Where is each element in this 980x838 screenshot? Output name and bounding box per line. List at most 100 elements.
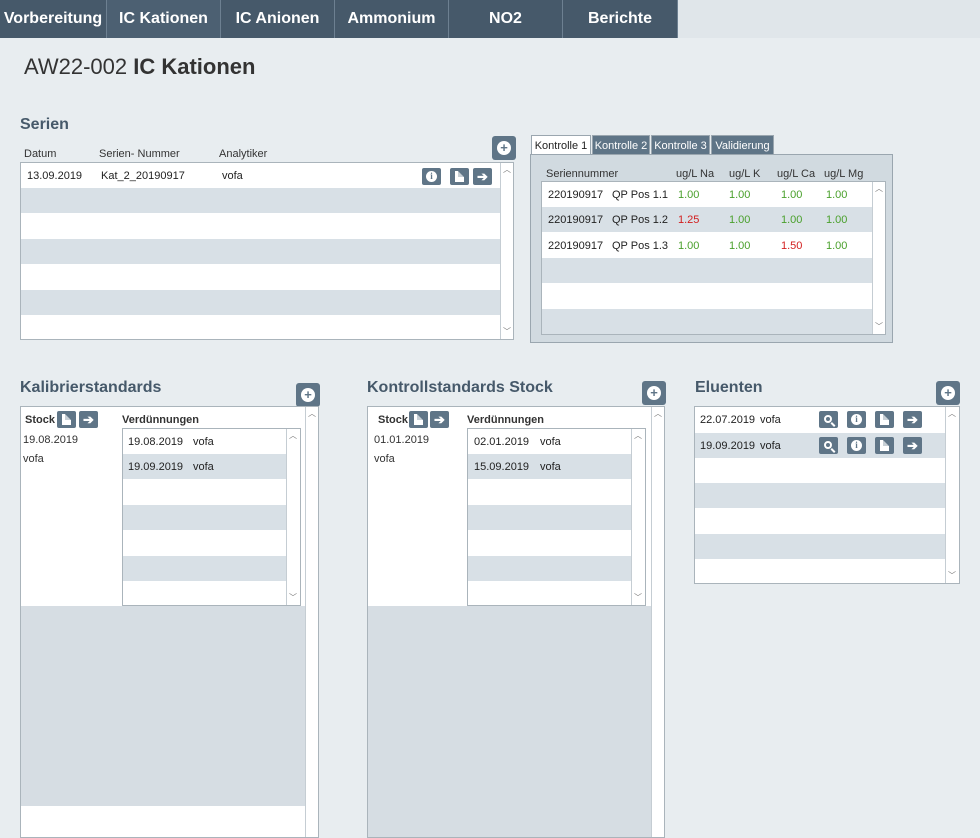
- scroll-up-icon[interactable]: ︿: [632, 430, 644, 442]
- pdf-button[interactable]: [875, 437, 894, 454]
- scroll-up-icon[interactable]: ︿: [287, 430, 299, 442]
- tab-vorbereitung[interactable]: Vorbereitung: [0, 0, 107, 38]
- col-serien-nummer: Serien- Nummer: [99, 148, 180, 160]
- table-row[interactable]: 02.01.2019 vofa: [468, 429, 631, 454]
- tab-kontrolle-2[interactable]: Kontrolle 2: [592, 135, 650, 155]
- k-na: 1.00: [678, 240, 700, 252]
- tab-validierung[interactable]: Validierung: [711, 135, 774, 155]
- tab-kontrolle-3[interactable]: Kontrolle 3: [651, 135, 710, 155]
- add-kalibrier-button[interactable]: +: [296, 383, 320, 407]
- page-code: AW22-002: [24, 54, 128, 79]
- scroll-down-icon[interactable]: ﹀: [287, 592, 299, 604]
- table-row: [123, 505, 286, 530]
- table-row[interactable]: 22.07.2019 vofa i ➔: [695, 407, 945, 432]
- pdf-button[interactable]: [57, 411, 76, 428]
- pdf-button[interactable]: [409, 411, 428, 428]
- scroll-up-icon[interactable]: ︿: [306, 408, 318, 420]
- serie-datum: 13.09.2019: [27, 170, 83, 182]
- col-mg: ug/L Mg: [824, 168, 864, 180]
- add-serie-button[interactable]: +: [492, 136, 516, 160]
- pdf-button[interactable]: [450, 168, 469, 185]
- document-icon: [414, 414, 423, 425]
- table-row[interactable]: 15.09.2019 vofa: [468, 454, 631, 479]
- scroll-down-icon[interactable]: ﹀: [873, 321, 885, 333]
- document-icon: [880, 440, 889, 451]
- tab-berichte[interactable]: Berichte: [563, 0, 678, 38]
- add-kontrollstd-button[interactable]: +: [642, 381, 666, 405]
- tab-ammonium[interactable]: Ammonium: [335, 0, 449, 38]
- table-row[interactable]: 220190917 QP Pos 1.2 1.25 1.00 1.00 1.00: [542, 207, 872, 232]
- info-button[interactable]: i: [422, 168, 441, 185]
- k-na: 1.25: [678, 214, 700, 226]
- arrow-right-icon: ➔: [434, 412, 445, 427]
- kalibrier-title: Kalibrierstandards: [20, 379, 162, 396]
- add-eluent-button[interactable]: +: [936, 381, 960, 405]
- row-user: vofa: [193, 436, 214, 448]
- table-row: [21, 290, 500, 315]
- open-button[interactable]: ➔: [473, 168, 492, 185]
- col-ca: ug/L Ca: [777, 168, 816, 180]
- table-row: [468, 556, 631, 581]
- scroll-up-icon[interactable]: ︿: [652, 408, 664, 420]
- table-row: [695, 534, 945, 559]
- table-row[interactable]: 19.09.2019 vofa: [123, 454, 286, 479]
- serien-table: 13.09.2019 Kat_2_20190917 vofa i ➔ ︿ ﹀: [20, 162, 514, 340]
- table-row[interactable]: 19.08.2019 vofa: [123, 429, 286, 454]
- search-button[interactable]: [819, 437, 838, 454]
- arrow-right-icon: ➔: [83, 412, 94, 427]
- table-row: [21, 188, 500, 213]
- scroll-up-icon[interactable]: ︿: [946, 408, 958, 420]
- tab-ic-kationen[interactable]: IC Kationen: [107, 0, 221, 38]
- table-row[interactable]: 220190917 QP Pos 1.1 1.00 1.00 1.00 1.00: [542, 182, 872, 207]
- k-ca: 1.50: [781, 240, 803, 252]
- scroll-down-icon[interactable]: ﹀: [946, 570, 958, 582]
- k-serie: 220190917: [548, 214, 604, 226]
- kalibrier-scrollbar[interactable]: ︿: [305, 407, 318, 837]
- eluenten-table: 22.07.2019 vofa i ➔ 19.09.2019 vofa i ➔ …: [694, 406, 960, 584]
- serien-scrollbar[interactable]: ︿ ﹀: [500, 163, 513, 339]
- k-mg: 1.00: [826, 240, 848, 252]
- table-row: [695, 509, 945, 534]
- row-date: 19.08.2019: [128, 436, 184, 448]
- col-na: ug/L Na: [676, 168, 715, 180]
- k-k: 1.00: [729, 214, 751, 226]
- scroll-up-icon[interactable]: ︿: [501, 164, 513, 176]
- table-row: [695, 483, 945, 508]
- info-icon: i: [426, 171, 437, 182]
- open-button[interactable]: ➔: [79, 411, 98, 428]
- table-row[interactable]: 19.09.2019 vofa i ➔: [695, 433, 945, 458]
- open-button[interactable]: ➔: [903, 437, 922, 454]
- table-row[interactable]: 13.09.2019 Kat_2_20190917 vofa i ➔: [21, 163, 500, 188]
- pdf-button[interactable]: [875, 411, 894, 428]
- verd-scrollbar[interactable]: ︿ ﹀: [286, 429, 299, 605]
- kontrollstd-title: Kontrollstandards Stock: [367, 379, 553, 396]
- open-button[interactable]: ➔: [903, 411, 922, 428]
- arrow-right-icon: ➔: [907, 438, 918, 453]
- info-button[interactable]: i: [847, 411, 866, 428]
- verd-scrollbar[interactable]: ︿ ﹀: [631, 429, 644, 605]
- table-row[interactable]: 220190917 QP Pos 1.3 1.00 1.00 1.50 1.00: [542, 233, 872, 258]
- tab-no2[interactable]: NO2: [449, 0, 563, 38]
- table-row: [542, 284, 872, 309]
- scroll-down-icon[interactable]: ﹀: [632, 592, 644, 604]
- info-button[interactable]: i: [847, 437, 866, 454]
- tab-ic-anionen[interactable]: IC Anionen: [221, 0, 335, 38]
- plus-icon: +: [301, 388, 315, 402]
- scroll-down-icon[interactable]: ﹀: [501, 326, 513, 338]
- search-icon: [823, 440, 832, 449]
- kontrolle-scrollbar[interactable]: ︿ ﹀: [872, 182, 885, 334]
- kontrollstd-scrollbar[interactable]: ︿: [651, 407, 664, 837]
- table-row: [468, 530, 631, 555]
- col-k: ug/L K: [729, 168, 761, 180]
- verduennungen-label: Verdünnungen: [122, 414, 199, 426]
- stock-label: Stock: [378, 414, 408, 426]
- eluenten-scrollbar[interactable]: ︿ ﹀: [945, 407, 958, 583]
- open-button[interactable]: ➔: [430, 411, 449, 428]
- search-button[interactable]: [819, 411, 838, 428]
- tab-kontrolle-1[interactable]: Kontrolle 1: [531, 135, 591, 155]
- k-pos: QP Pos 1.3: [612, 240, 669, 252]
- page-title: AW22-002 IC Kationen: [24, 54, 255, 80]
- scroll-up-icon[interactable]: ︿: [873, 183, 885, 195]
- document-icon: [880, 414, 889, 425]
- serie-nummer: Kat_2_20190917: [101, 170, 185, 182]
